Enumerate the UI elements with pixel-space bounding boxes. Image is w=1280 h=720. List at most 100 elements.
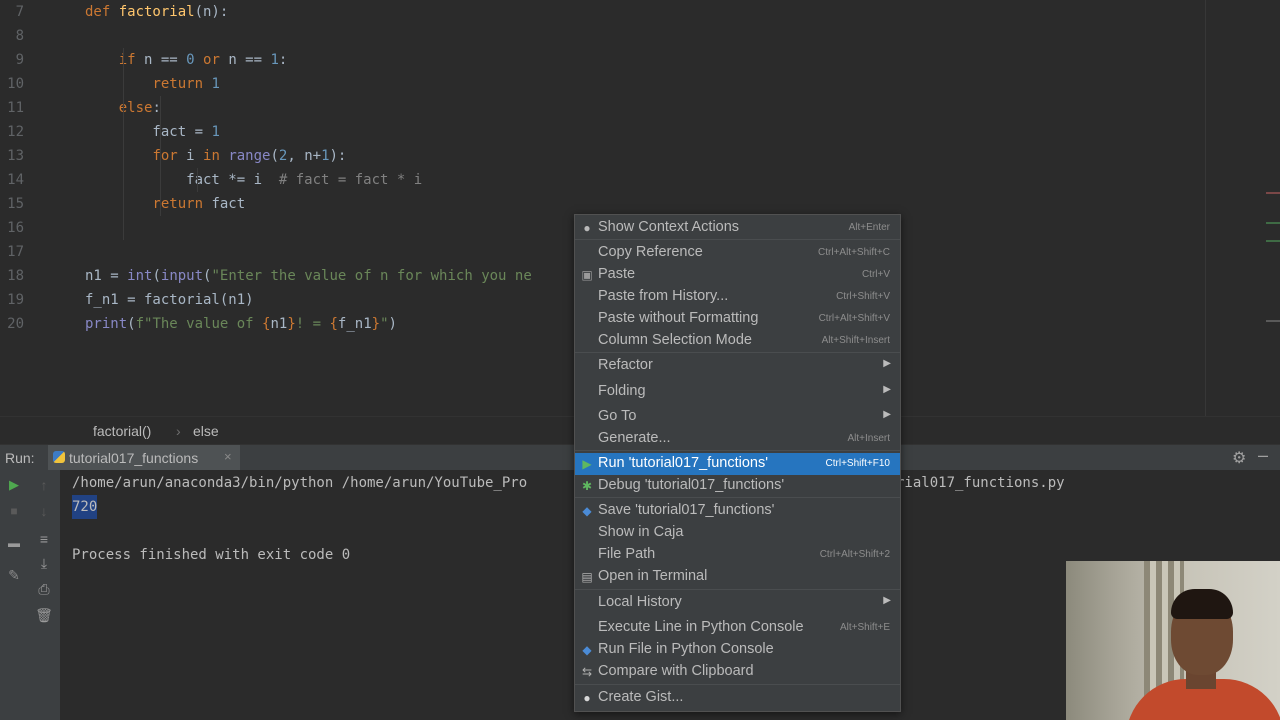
menu-item-label: Run File in Python Console: [598, 641, 774, 657]
run-panel-label: Run:: [5, 450, 35, 466]
menu-item-go-to[interactable]: Go To ▶: [575, 406, 900, 428]
print-icon[interactable]: ⎙: [34, 582, 54, 596]
code-token: (: [127, 316, 136, 332]
menu-item-label: Run 'tutorial017_functions': [598, 455, 768, 471]
menu-item-label: Copy Reference: [598, 244, 703, 260]
minimize-icon[interactable]: –: [1258, 445, 1268, 466]
code-token: :: [278, 52, 288, 68]
code-line[interactable]: for i in range(2, n+1):: [85, 144, 346, 168]
menu-item-paste-without-formatting[interactable]: Paste without Formatting Ctrl+Alt+Shift+V: [575, 308, 900, 330]
menu-item-local-history[interactable]: Local History ▶: [575, 592, 900, 614]
stop-icon[interactable]: ■: [4, 504, 24, 518]
submenu-arrow-icon: ▶: [883, 595, 891, 606]
code-line[interactable]: fact *= i # fact = fact * i: [85, 168, 422, 192]
code-token: in: [203, 148, 229, 164]
line-number: 12: [7, 124, 24, 140]
error-stripe-marker[interactable]: [1266, 192, 1280, 194]
editor-scrollbar[interactable]: [1268, 0, 1280, 416]
menu-item-folding[interactable]: Folding ▶: [575, 381, 900, 403]
menu-item-show-context-actions[interactable]: ● Show Context Actions Alt+Enter: [575, 217, 900, 239]
code-token: ": [380, 316, 389, 332]
rerun-icon[interactable]: ▶: [4, 478, 24, 492]
code-token: n1 =: [85, 268, 128, 284]
code-token: 1: [211, 76, 220, 92]
scroll-to-end-icon[interactable]: ⤓: [34, 556, 54, 570]
menu-item-label: Create Gist...: [598, 689, 684, 705]
menu-item-save-tutorial017-functions[interactable]: ◆ Save 'tutorial017_functions': [575, 500, 900, 522]
code-line[interactable]: return 1: [85, 72, 220, 96]
code-line[interactable]: return fact: [85, 192, 245, 216]
menu-item-refactor[interactable]: Refactor ▶: [575, 355, 900, 377]
python-icon: ◆: [582, 643, 592, 657]
code-token: or: [194, 52, 229, 68]
menu-item-label: Local History: [598, 594, 682, 610]
menu-separator: [575, 352, 900, 353]
menu-item-label: Go To: [598, 408, 637, 424]
console-result: 720: [72, 495, 98, 519]
menu-item-paste[interactable]: ▣ Paste Ctrl+V: [575, 264, 900, 286]
gear-icon[interactable]: ⚙: [1232, 448, 1246, 468]
indent-guide: [123, 48, 124, 240]
layout-icon[interactable]: ▬: [4, 536, 24, 550]
up-arrow-icon[interactable]: ↑: [34, 478, 54, 492]
code-token: i: [186, 148, 204, 164]
menu-item-execute-line-in-python-console[interactable]: Execute Line in Python Console Alt+Shift+…: [575, 617, 900, 639]
code-token: print: [85, 316, 128, 332]
code-line[interactable]: n1 = int(input("Enter the value of n for…: [85, 264, 532, 288]
menu-item-run-tutorial017-functions[interactable]: ▶ Run 'tutorial017_functions' Ctrl+Shift+F…: [575, 453, 900, 475]
line-number: 9: [15, 52, 24, 68]
breadcrumb-function[interactable]: factorial(): [93, 423, 151, 439]
menu-item-shortcut: Alt+Shift+Insert: [821, 335, 890, 346]
run-tab[interactable]: tutorial017_functions ×: [48, 445, 240, 471]
menu-item-label: Column Selection Mode: [598, 332, 752, 348]
change-stripe-marker[interactable]: [1266, 240, 1280, 242]
down-arrow-icon[interactable]: ↓: [34, 504, 54, 518]
menu-item-run-file-in-python-console[interactable]: ◆ Run File in Python Console: [575, 639, 900, 661]
menu-item-shortcut: Ctrl+Alt+Shift+V: [818, 313, 890, 324]
menu-item-label: Folding: [598, 383, 646, 399]
code-token: 0: [186, 52, 195, 68]
menu-item-paste-from-history[interactable]: Paste from History... Ctrl+Shift+V: [575, 286, 900, 308]
code-line[interactable]: print(f"The value of {n1}! = {f_n1}"): [85, 312, 397, 336]
code-line[interactable]: fact = 1: [85, 120, 219, 144]
menu-item-label: Show Context Actions: [598, 219, 740, 235]
line-number: 7: [15, 4, 24, 20]
code-token: return: [152, 196, 212, 212]
menu-item-copy-reference[interactable]: Copy Reference Ctrl+Alt+Shift+C: [575, 242, 900, 264]
trash-icon[interactable]: 🗑: [34, 608, 54, 622]
line-number: 8: [15, 28, 24, 44]
menu-item-file-path[interactable]: File Path Ctrl+Alt+Shift+2: [575, 544, 900, 566]
menu-item-column-selection-mode[interactable]: Column Selection Mode Alt+Shift+Insert: [575, 330, 900, 352]
console-command-line: /home/arun/anaconda3/bin/python /home/ar…: [72, 475, 528, 491]
menu-item-generate[interactable]: Generate... Alt+Insert: [575, 428, 900, 450]
line-number: 10: [7, 76, 24, 92]
line-number: 14: [7, 172, 24, 188]
menu-item-label: Show in Caja: [598, 524, 684, 540]
close-icon[interactable]: ×: [224, 449, 232, 464]
menu-item-compare-with-clipboard[interactable]: ⇆ Compare with Clipboard: [575, 661, 900, 683]
soft-wrap-icon[interactable]: ≡: [34, 532, 54, 546]
stripe-marker[interactable]: [1266, 320, 1280, 322]
change-stripe-marker[interactable]: [1266, 222, 1280, 224]
menu-item-debug-tutorial017-functions[interactable]: ✱ Debug 'tutorial017_functions': [575, 475, 900, 497]
right-margin-guide: [1205, 0, 1206, 416]
code-line[interactable]: f_n1 = factorial(n1): [85, 288, 254, 312]
code-token: (n):: [194, 4, 229, 20]
menu-item-label: File Path: [598, 546, 656, 562]
terminal-icon: ▤: [581, 570, 593, 584]
menu-item-create-gist[interactable]: ● Create Gist...: [575, 687, 900, 709]
menu-item-open-in-terminal[interactable]: ▤ Open in Terminal: [575, 566, 900, 588]
line-number: 11: [7, 100, 24, 116]
menu-separator: [575, 450, 900, 451]
submenu-arrow-icon: ▶: [883, 358, 891, 369]
pin-icon[interactable]: ✎: [4, 568, 24, 582]
code-line[interactable]: if n == 0 or n == 1:: [85, 48, 288, 72]
code-token: (: [270, 148, 279, 164]
code-line[interactable]: def factorial(n):: [85, 0, 228, 24]
code-token: 1: [321, 148, 330, 164]
menu-separator: [575, 239, 900, 240]
menu-item-show-in-caja[interactable]: Show in Caja: [575, 522, 900, 544]
breadcrumb-block[interactable]: else: [193, 423, 219, 439]
code-token: n1: [270, 316, 288, 332]
